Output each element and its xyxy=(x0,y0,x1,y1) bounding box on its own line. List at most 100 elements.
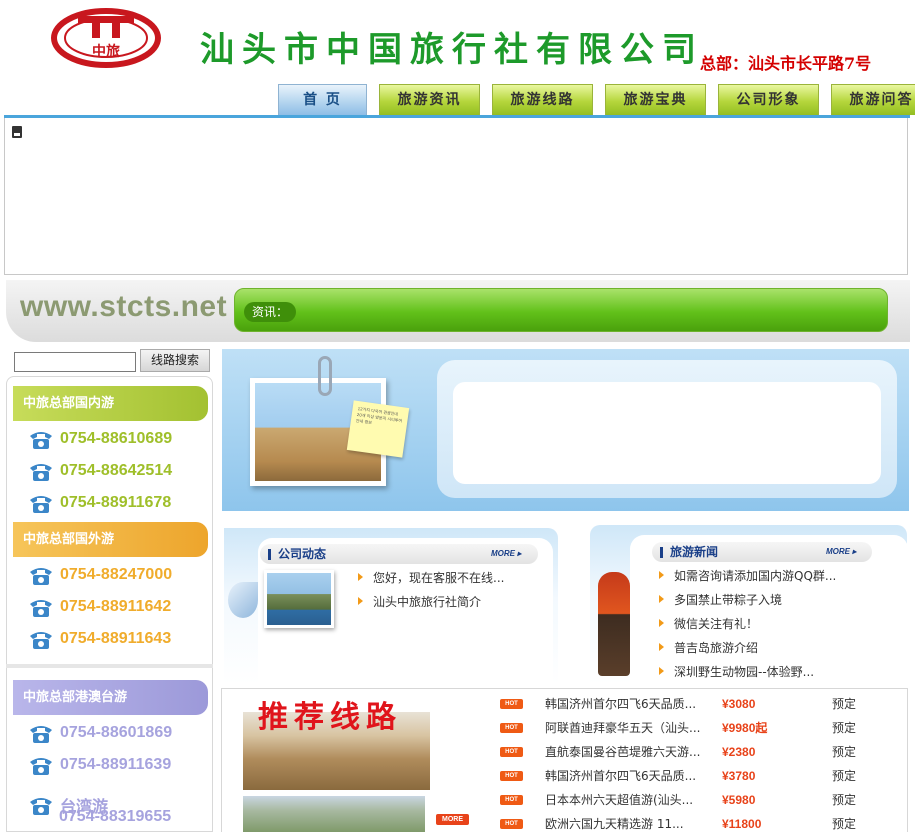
route-search-button[interactable]: 线路搜索 xyxy=(140,349,210,372)
nav-tab-travel-guide[interactable]: 旅游宝典 xyxy=(605,84,706,115)
route-price: ¥5980 xyxy=(722,793,756,807)
nav-tab-travel-info[interactable]: 旅游资讯 xyxy=(379,84,480,115)
more-label: MORE xyxy=(491,549,515,558)
flash-banner xyxy=(4,118,908,275)
route-price: ¥2380 xyxy=(722,745,756,759)
telephone-icon xyxy=(30,432,52,449)
domestic-tour-heading: 中旅总部国内游 xyxy=(13,386,208,421)
phone-row: 0754-88911642 xyxy=(28,594,171,620)
hot-badge: HOT xyxy=(500,699,523,709)
route-search-input[interactable] xyxy=(14,352,136,372)
hq-address: 总部：汕头市长平路7号 xyxy=(700,54,872,73)
route-book-link[interactable]: 预定 xyxy=(832,788,856,812)
route-book-link[interactable]: 预定 xyxy=(832,692,856,716)
route-name-link[interactable]: 阿联酋迪拜豪华五天（汕头... xyxy=(545,716,700,740)
ad-panel xyxy=(453,382,881,484)
outbound-tour-heading: 中旅总部国外游 xyxy=(13,522,208,557)
airplane-graphic xyxy=(228,582,258,618)
route-name-link[interactable]: 直航泰国曼谷芭堤雅六天游... xyxy=(545,740,700,764)
telephone-icon xyxy=(30,726,52,743)
taiwan-phone-row: 0754-88319655 xyxy=(59,808,171,826)
phone-row: 0754-88911639 xyxy=(28,752,171,778)
phone-row: 0754-88911678 xyxy=(28,490,171,516)
route-price: ¥3780 xyxy=(722,769,756,783)
phone-row: 0754-88601869 xyxy=(28,720,172,746)
route-book-link[interactable]: 预定 xyxy=(832,812,856,832)
route-row: HOT 韩国济州首尔四飞6天品质... ¥3080 预定 xyxy=(500,692,900,716)
telephone-icon xyxy=(30,600,52,617)
nav-tab-home[interactable]: 首 页 xyxy=(278,84,367,115)
phone-number: 0754-88642514 xyxy=(60,462,173,479)
broken-plugin-icon xyxy=(12,126,22,138)
nav-tab-travel-routes[interactable]: 旅游线路 xyxy=(492,84,593,115)
company-name: 汕头市中国旅行社有限公司 xyxy=(200,30,704,70)
more-label: MORE xyxy=(826,547,850,556)
travel-news-item[interactable]: 多国禁止带粽子入境 xyxy=(659,588,782,612)
route-name-link[interactable]: 欧洲六国九天精选游 11... xyxy=(545,812,684,832)
sidebar-separator xyxy=(6,664,213,668)
route-row: HOT 欧洲六国九天精选游 11... ¥11800 预定 xyxy=(500,812,900,832)
notice-bar xyxy=(234,288,888,332)
route-book-link[interactable]: 预定 xyxy=(832,764,856,788)
route-price: ¥3080 xyxy=(722,697,756,711)
main-nav: 首 页 旅游资讯 旅游线路 旅游宝典 公司形象 旅游问答 xyxy=(278,84,915,115)
route-row: HOT 阿联酋迪拜豪华五天（汕头... ¥9980起 预定 xyxy=(500,716,900,740)
notice-label: 资讯： xyxy=(244,302,296,322)
phone-number: 0754-88319655 xyxy=(59,808,172,825)
phone-number: 0754-88911639 xyxy=(60,756,172,773)
hot-badge: HOT xyxy=(500,723,523,733)
sticky-note: 12가지 다국어 관광안내 20개 이상 방문지 시티투어 안내 정보 xyxy=(346,400,410,458)
route-name-link[interactable]: 日本本州六天超值游(汕头... xyxy=(545,788,693,812)
hk-macau-taiwan-tour-heading: 中旅总部港澳台游 xyxy=(13,680,208,715)
route-price: ¥9980起 xyxy=(722,721,768,735)
route-row: HOT 直航泰国曼谷芭堤雅六天游... ¥2380 预定 xyxy=(500,740,900,764)
telephone-icon xyxy=(30,464,52,481)
company-news-title: 公司动态 xyxy=(278,547,327,561)
route-row: HOT 日本本州六天超值游(汕头... ¥5980 预定 xyxy=(500,788,900,812)
logo-text: 中旅 xyxy=(92,43,120,60)
travel-news-item[interactable]: 如需咨询请添加国内游QQ群... xyxy=(659,564,836,588)
hot-badge: HOT xyxy=(500,819,523,829)
routes-more-button[interactable]: MORE xyxy=(436,814,469,825)
route-row: HOT 韩国济州首尔四飞6天品质... ¥3780 预定 xyxy=(500,764,900,788)
route-book-link[interactable]: 预定 xyxy=(832,740,856,764)
recommended-routes-title: 推荐线路 xyxy=(258,700,402,735)
route-price: ¥11800 xyxy=(722,817,762,831)
phone-row: 0754-88247000 xyxy=(28,562,172,588)
hot-badge: HOT xyxy=(500,795,523,805)
site-url: www.stcts.net xyxy=(20,290,228,323)
phone-row: 0754-88610689 xyxy=(28,426,172,452)
company-news-more-link[interactable]: MORE ▸ xyxy=(491,549,521,558)
company-logo: 中旅 xyxy=(51,8,161,68)
phone-row: 0754-88642514 xyxy=(28,458,172,484)
travel-news-more-link[interactable]: MORE ▸ xyxy=(826,547,856,556)
travel-news-item[interactable]: 深圳野生动物园--体验野... xyxy=(659,660,814,684)
travel-news-item[interactable]: 普吉岛旅游介绍 xyxy=(659,636,758,660)
coastline-photo xyxy=(264,570,334,628)
phone-number: 0754-88601869 xyxy=(60,724,173,741)
phone-number: 0754-88247000 xyxy=(60,566,173,583)
route-book-link[interactable]: 预定 xyxy=(832,716,856,740)
hot-badge: HOT xyxy=(500,771,523,781)
phone-row: 0754-88911643 xyxy=(28,626,171,652)
telephone-icon xyxy=(30,758,52,775)
telephone-icon xyxy=(30,568,52,585)
telephone-icon xyxy=(30,798,52,815)
telephone-icon xyxy=(30,496,52,513)
company-news-item[interactable]: 汕头中旅旅行社简介 xyxy=(358,590,481,614)
telephone-icon xyxy=(30,632,52,649)
route-name-link[interactable]: 韩国济州首尔四飞6天品质... xyxy=(545,764,696,788)
paperclip-icon xyxy=(318,356,332,396)
company-news-item[interactable]: 您好，现在客服不在线... xyxy=(358,566,504,590)
travel-news-title: 旅游新闻 xyxy=(670,545,719,559)
phone-number: 0754-88911642 xyxy=(60,598,172,615)
route-name-link[interactable]: 韩国济州首尔四飞6天品质... xyxy=(545,692,696,716)
phone-number: 0754-88911643 xyxy=(60,630,172,647)
phone-number: 0754-88911678 xyxy=(60,494,172,511)
phone-number: 0754-88610689 xyxy=(60,430,173,447)
landscape-photo xyxy=(243,796,425,832)
hot-badge: HOT xyxy=(500,747,523,757)
nav-tab-company-image[interactable]: 公司形象 xyxy=(718,84,819,115)
nav-tab-travel-faq[interactable]: 旅游问答 xyxy=(831,84,915,115)
travel-news-item[interactable]: 微信关注有礼！ xyxy=(659,612,758,636)
